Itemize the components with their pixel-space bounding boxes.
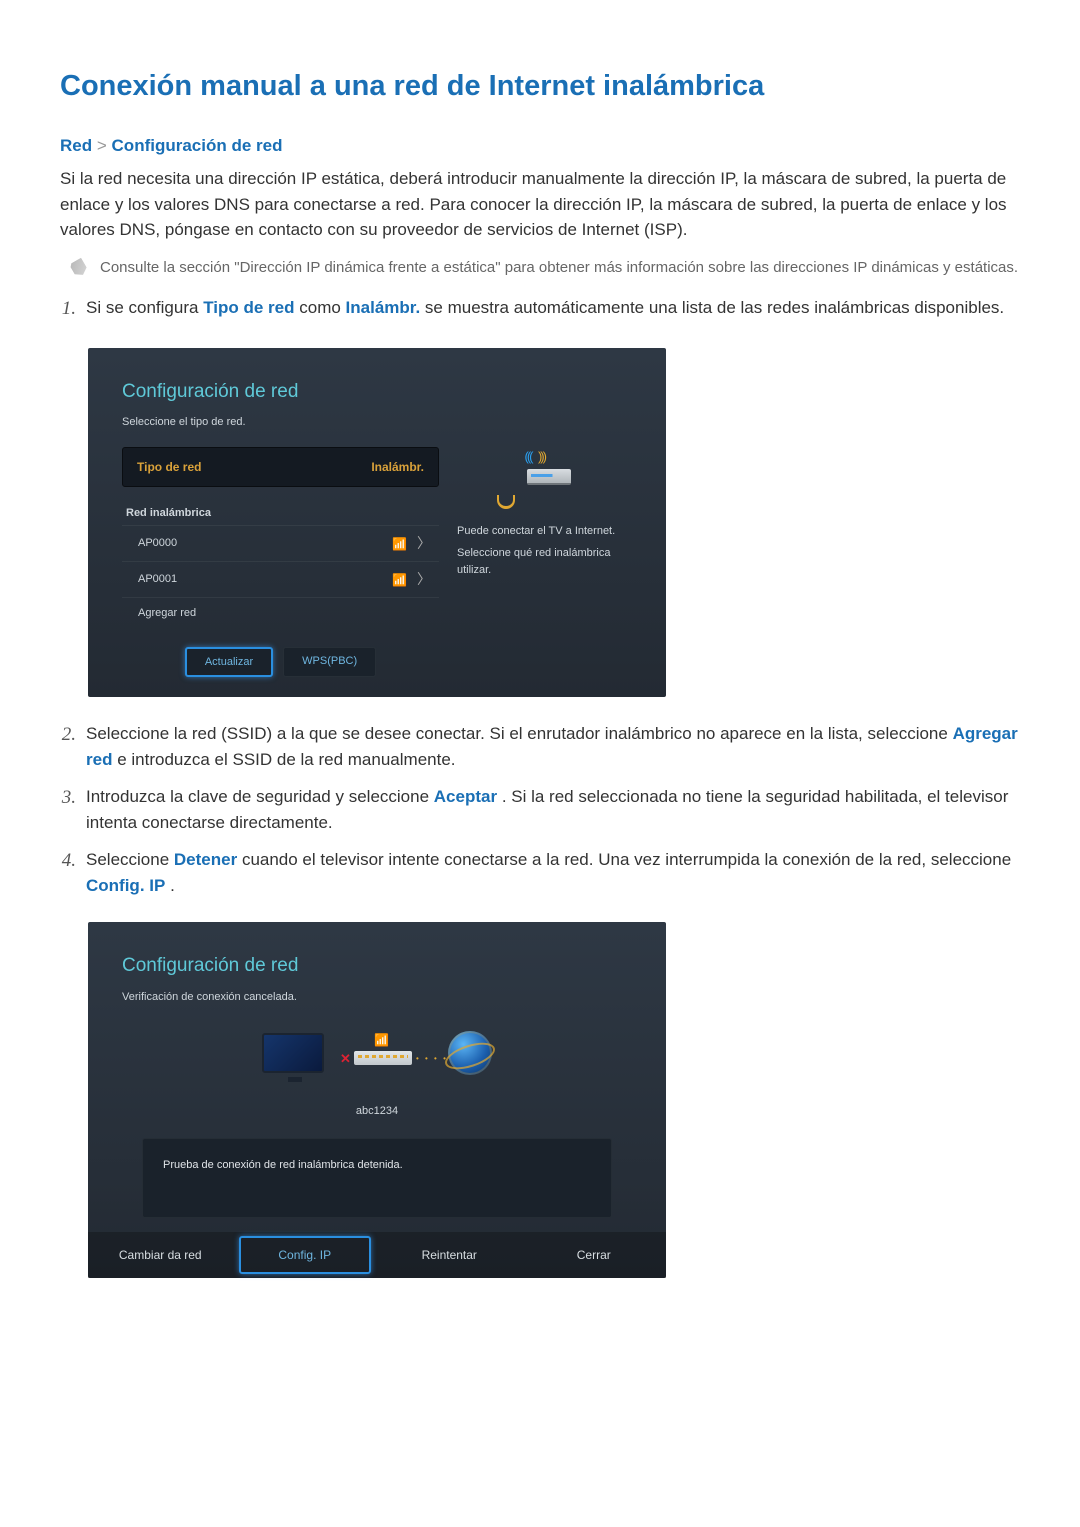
panel-subtitle: Seleccione el tipo de red.	[122, 414, 632, 431]
network-type-label: Tipo de red	[137, 458, 201, 476]
step-number: 3.	[60, 784, 86, 835]
keyword-aceptar: Aceptar	[434, 787, 497, 806]
help-text-line1: Puede conectar el TV a Internet.	[457, 523, 632, 540]
keyword-detener: Detener	[174, 850, 237, 869]
config-ip-button[interactable]: Config. IP	[233, 1232, 378, 1278]
add-network-label: Agregar red	[138, 605, 196, 622]
router-illustration: ((( )))	[485, 447, 605, 517]
step-1: 1. Si se configura Tipo de red como Inal…	[60, 289, 1020, 330]
step-4: 4. Seleccione Detener cuando el televiso…	[60, 841, 1020, 904]
breadcrumb: Red > Configuración de red	[60, 133, 1020, 159]
step-text: como	[299, 298, 345, 317]
panel-title: Configuración de red	[122, 952, 632, 981]
step-number: 4.	[60, 847, 86, 898]
wireless-heading: Red inalámbrica	[122, 497, 439, 526]
keyword-tipo-de-red: Tipo de red	[203, 298, 294, 317]
step-3: 3. Introduzca la clave de seguridad y se…	[60, 778, 1020, 841]
wps-button[interactable]: WPS(PBC)	[283, 647, 376, 678]
refresh-button[interactable]: Actualizar	[185, 647, 273, 678]
router-icon	[354, 1051, 412, 1065]
globe-icon	[448, 1031, 492, 1075]
tv-icon	[262, 1033, 324, 1073]
wifi-lock-icon: 📶	[392, 571, 407, 589]
network-item[interactable]: AP0001 📶 〉	[122, 561, 439, 597]
step-text: Seleccione la red (SSID) a la que se des…	[86, 724, 953, 743]
keyword-inalambr: Inalámbr.	[346, 298, 421, 317]
network-type-value: Inalámbr.	[371, 458, 424, 476]
intro-paragraph: Si la red necesita una dirección IP está…	[60, 166, 1020, 243]
panel-subtitle: Verificación de conexión cancelada.	[122, 989, 632, 1006]
network-ssid: AP0000	[138, 535, 177, 552]
tv-screenshot-connection-cancelled: Configuración de red Verificación de con…	[88, 922, 666, 1278]
chevron-right-icon: 〉	[417, 533, 431, 554]
page-title: Conexión manual a una red de Internet in…	[60, 65, 1020, 109]
change-network-button[interactable]: Cambiar da red	[88, 1232, 233, 1278]
retry-button[interactable]: Reintentar	[377, 1232, 522, 1278]
breadcrumb-red: Red	[60, 136, 92, 155]
network-ssid: AP0001	[138, 571, 177, 588]
close-button[interactable]: Cerrar	[522, 1232, 667, 1278]
breadcrumb-config: Configuración de red	[112, 136, 283, 155]
keyword-config-ip: Config. IP	[86, 876, 165, 895]
breadcrumb-sep: >	[97, 136, 107, 155]
step-text: cuando el televisor intente conectarse a…	[242, 850, 1011, 869]
network-type-selector[interactable]: Tipo de red Inalámbr.	[122, 447, 439, 487]
help-text-line2: Seleccione qué red inalámbrica utilizar.	[457, 545, 632, 578]
dots-icon: • • • •	[416, 1053, 448, 1065]
step-text: Introduzca la clave de seguridad y selec…	[86, 787, 434, 806]
wifi-lock-icon: 📶	[392, 535, 407, 553]
step-text: .	[170, 876, 175, 895]
note-text: Consulte la sección "Dirección IP dinámi…	[100, 257, 1018, 280]
step-text: Si se configura	[86, 298, 203, 317]
note-row: Consulte la sección "Dirección IP dinámi…	[60, 253, 1020, 290]
step-text: Seleccione	[86, 850, 174, 869]
step-number: 1.	[60, 295, 86, 324]
step-text: se muestra automáticamente una lista de …	[425, 298, 1004, 317]
wifi-icon: 📶	[374, 1031, 389, 1049]
pencil-icon	[69, 257, 89, 278]
connection-graphic: ✕ 📶 • • • •	[262, 1025, 492, 1095]
network-item[interactable]: AP0000 📶 〉	[122, 525, 439, 561]
step-number: 2.	[60, 721, 86, 772]
add-network-item[interactable]: Agregar red	[122, 597, 439, 629]
tv-screenshot-network-list: Configuración de red Seleccione el tipo …	[88, 348, 666, 698]
chevron-right-icon: 〉	[417, 569, 431, 590]
status-message: Prueba de conexión de red inalámbrica de…	[142, 1138, 612, 1219]
step-2: 2. Seleccione la red (SSID) a la que se …	[60, 715, 1020, 778]
panel-title: Configuración de red	[122, 378, 632, 407]
disconnect-icon: ✕	[340, 1049, 351, 1069]
ssid-label: abc1234	[122, 1103, 632, 1120]
step-text: e introduzca el SSID de la red manualmen…	[117, 750, 455, 769]
bottom-button-bar: Cambiar da red Config. IP Reintentar Cer…	[88, 1232, 666, 1278]
